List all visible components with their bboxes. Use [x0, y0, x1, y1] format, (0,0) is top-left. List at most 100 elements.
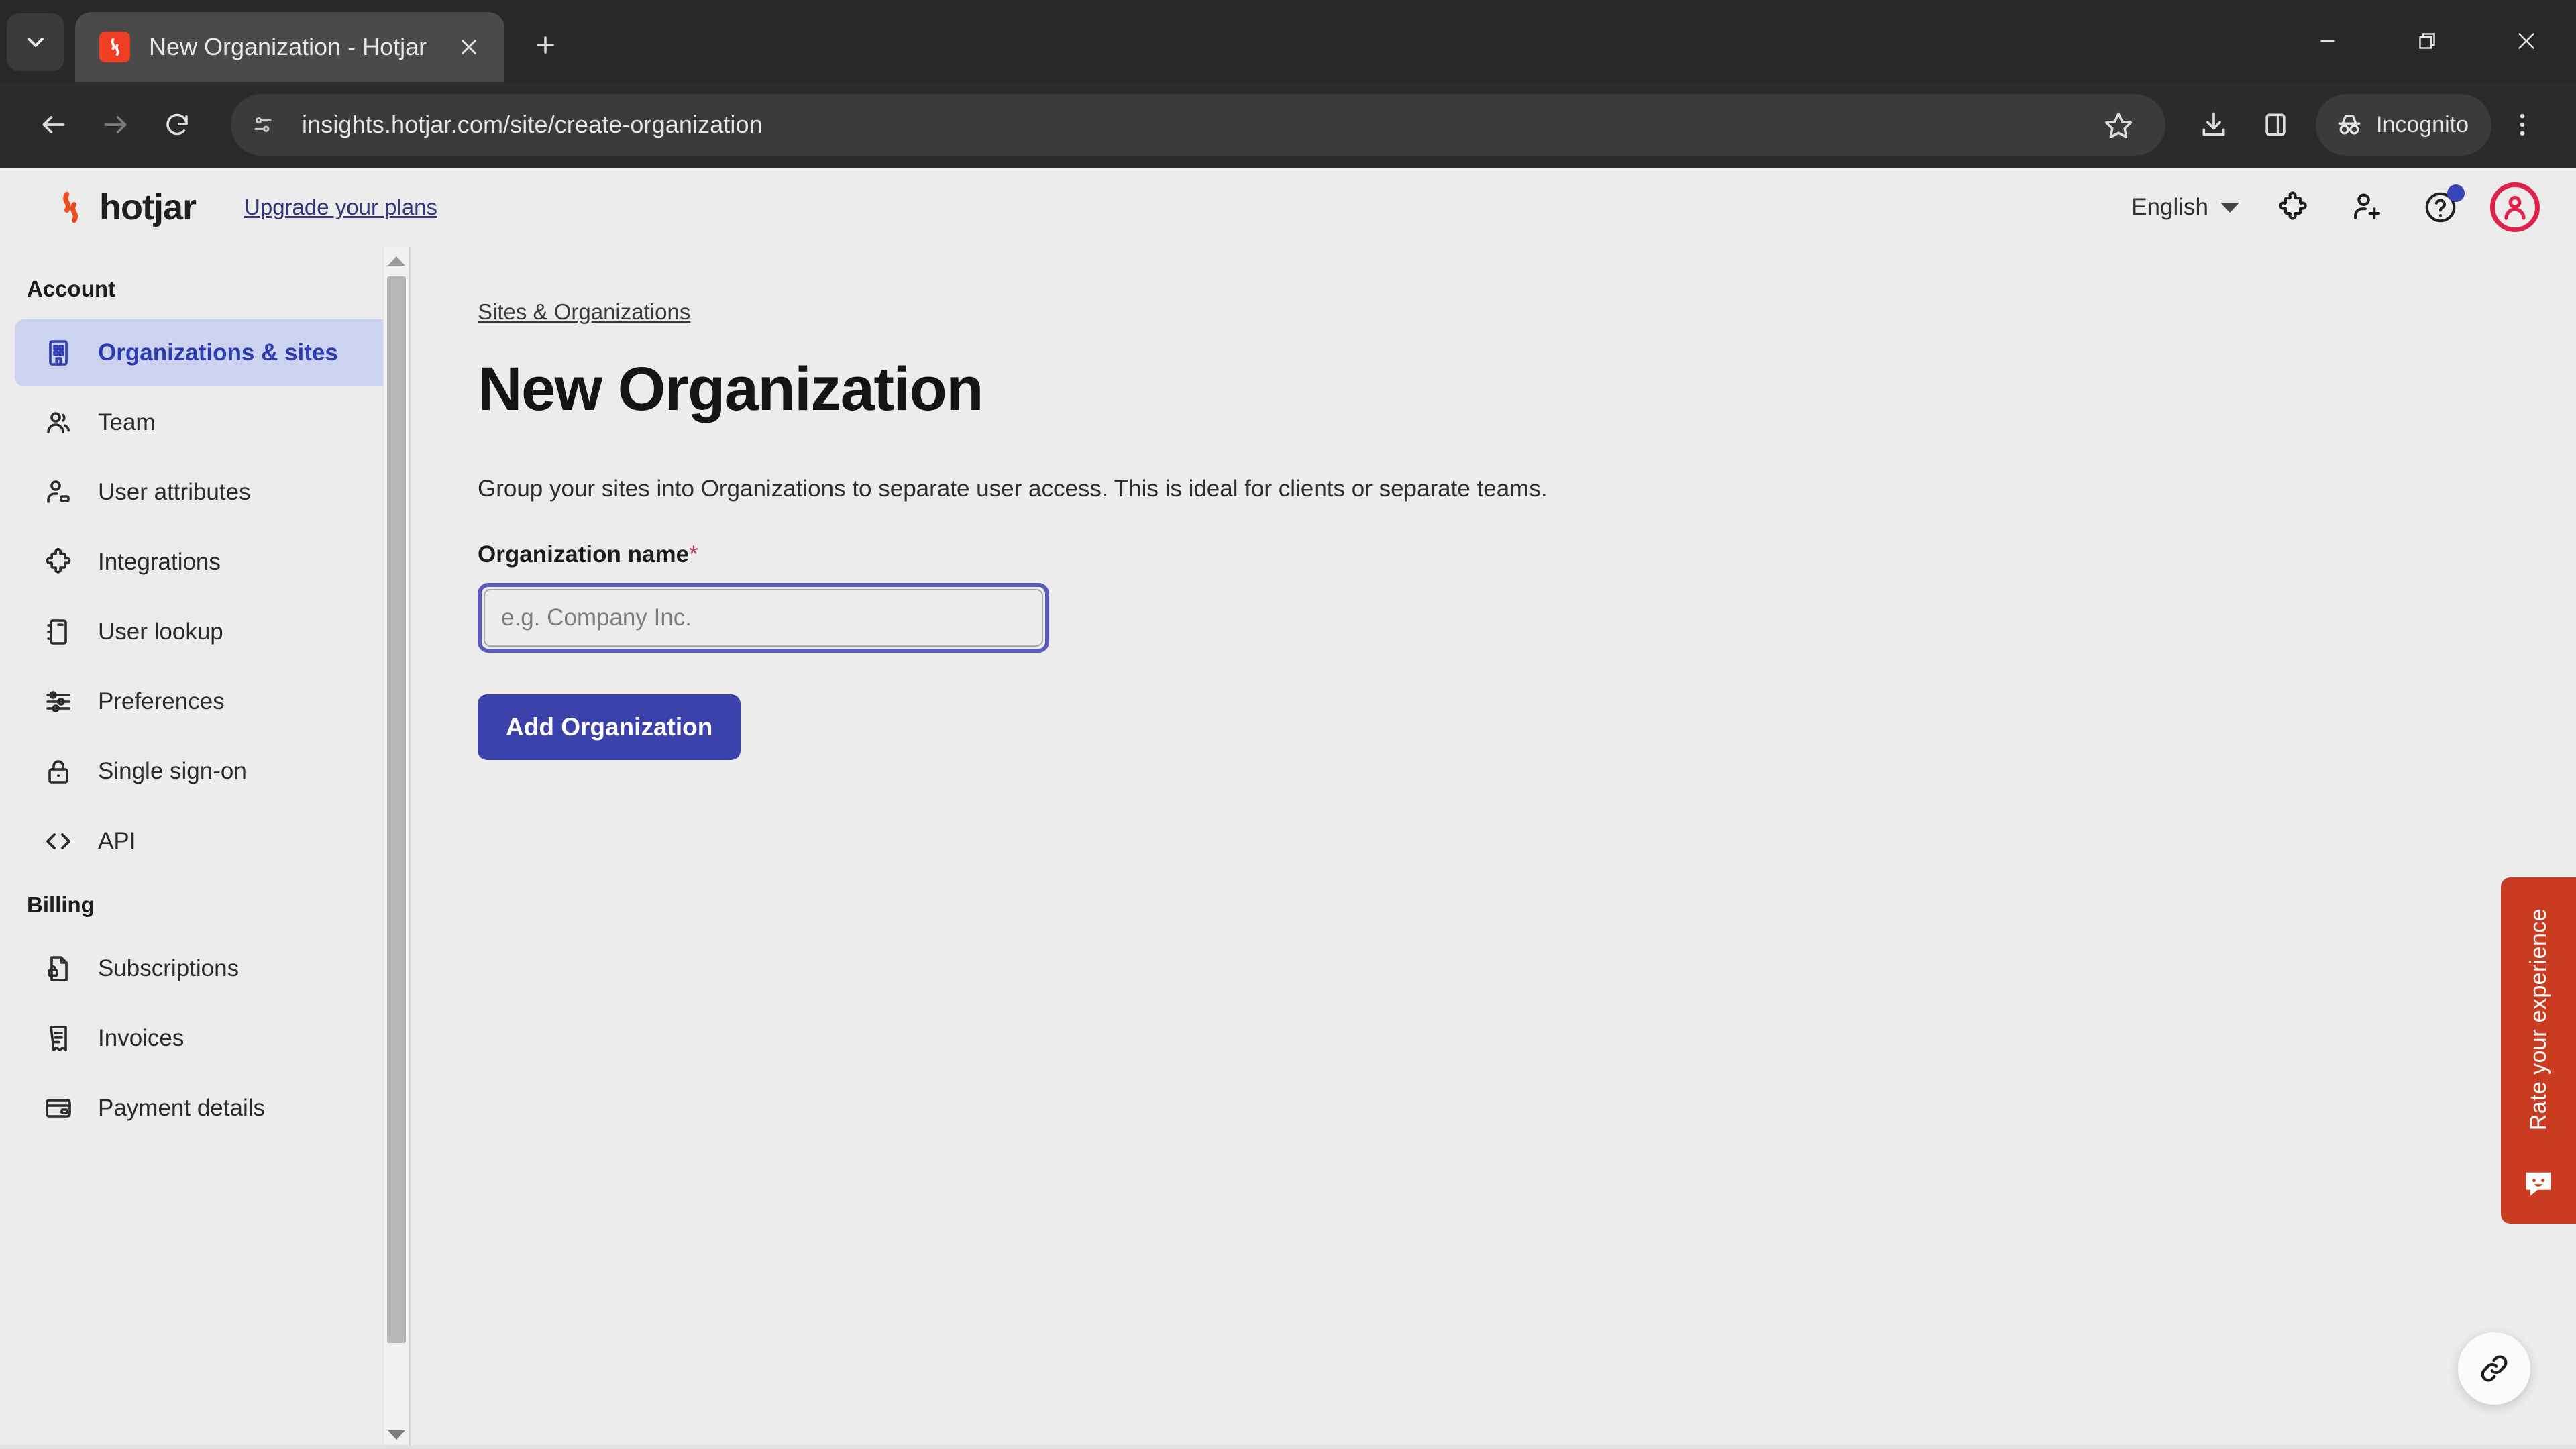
chevron-down-icon — [2220, 202, 2239, 213]
kebab-menu-icon — [2520, 113, 2525, 136]
user-avatar-icon — [2504, 195, 2526, 220]
minimize-icon — [2320, 40, 2335, 42]
sidebar-scrollbar[interactable] — [383, 247, 409, 1449]
back-button[interactable] — [23, 94, 85, 156]
sidebar-item-organizations-sites[interactable]: Organizations & sites — [15, 319, 390, 386]
sidebar-group-title: Billing — [27, 892, 95, 917]
sidebar-item-preferences[interactable]: Preferences — [15, 668, 390, 735]
notebook-icon — [42, 615, 75, 649]
browser-menu-button[interactable] — [2491, 94, 2553, 156]
hotjar-logo[interactable]: hotjar — [52, 186, 197, 228]
field-label-text: Organization name — [478, 541, 690, 568]
integrations-button[interactable] — [2269, 183, 2317, 231]
puzzle-icon — [42, 545, 75, 579]
back-arrow-icon — [42, 116, 65, 133]
language-selector[interactable]: English — [2127, 189, 2243, 226]
maximize-restore-button[interactable] — [2377, 0, 2477, 82]
copy-link-button[interactable] — [2458, 1332, 2530, 1405]
lock-icon — [42, 755, 75, 788]
sidebar-item-user-attributes[interactable]: User attributes — [15, 459, 390, 526]
reload-button[interactable] — [146, 94, 208, 156]
incognito-indicator[interactable]: Incognito — [2316, 94, 2491, 156]
scroll-up-button[interactable] — [384, 247, 409, 275]
code-brackets-icon — [42, 824, 75, 858]
credit-card-icon — [42, 1091, 75, 1125]
sidebar-item-label: Team — [98, 409, 156, 435]
breadcrumb-sites-organizations[interactable]: Sites & Organizations — [478, 299, 690, 325]
forward-button[interactable] — [85, 94, 146, 156]
organization-name-input[interactable] — [484, 589, 1043, 647]
sidebar-item-payment-details[interactable]: Payment details — [15, 1075, 390, 1142]
site-settings-icon — [254, 117, 272, 133]
bookmark-button[interactable] — [2088, 94, 2149, 156]
scroll-up-arrow-icon — [388, 256, 405, 266]
user-avatar[interactable] — [2490, 182, 2540, 232]
sidebar-item-label: User lookup — [98, 619, 223, 645]
sidebar-item-user-lookup[interactable]: User lookup — [15, 598, 390, 665]
sidebar-item-integrations[interactable]: Integrations — [15, 529, 390, 596]
invite-user-button[interactable] — [2343, 183, 2391, 231]
restore-icon — [2419, 33, 2435, 49]
language-label: English — [2131, 194, 2208, 220]
help-notification-badge — [2447, 184, 2465, 202]
smiley-chat-icon — [2526, 1172, 2551, 1196]
sidebar-group-title: Account — [27, 276, 115, 301]
page-description: Group your sites into Organizations to s… — [478, 476, 1548, 502]
scrollbar-thumb[interactable] — [387, 276, 406, 1343]
forward-arrow-icon — [104, 116, 127, 133]
browser-window: New Organization - Hotjar insights.hotja… — [0, 0, 2576, 1449]
plus-icon — [537, 36, 554, 54]
tab-strip: New Organization - Hotjar — [0, 0, 2576, 82]
add-organization-button[interactable]: Add Organization — [478, 694, 741, 760]
rate-experience-tab[interactable]: Rate your experience — [2501, 877, 2576, 1224]
app-header: hotjar Upgrade your plans English — [0, 168, 2576, 247]
chevron-down-icon — [28, 38, 44, 47]
site-settings-button[interactable] — [239, 101, 287, 149]
downloads-button[interactable] — [2183, 94, 2245, 156]
sidebar-item-label: Organizations & sites — [98, 339, 338, 366]
document-lock-icon — [42, 952, 75, 985]
sidebar-item-team[interactable]: Team — [15, 389, 390, 456]
reload-icon — [166, 113, 188, 136]
page-body: Account Organizations & sites Team User … — [0, 247, 2576, 1449]
building-icon — [42, 336, 75, 370]
sidebar-item-label: Preferences — [98, 688, 225, 714]
sidebar-item-api[interactable]: API — [15, 808, 390, 875]
side-panel-button[interactable] — [2245, 94, 2306, 156]
link-chain-icon — [2481, 1355, 2508, 1382]
new-tab-button[interactable] — [521, 20, 570, 70]
browser-tab[interactable]: New Organization - Hotjar — [75, 12, 504, 82]
sidebar-group-billing: Billing Subscriptions Invoices Payment d… — [0, 877, 409, 1142]
help-button[interactable] — [2416, 183, 2465, 231]
close-window-button[interactable] — [2477, 0, 2576, 82]
close-icon — [462, 40, 476, 54]
required-marker: * — [689, 541, 698, 568]
close-icon — [2518, 33, 2534, 49]
scroll-down-arrow-icon — [388, 1430, 405, 1440]
receipt-icon — [42, 1022, 75, 1055]
browser-toolbar: insights.hotjar.com/site/create-organiza… — [0, 82, 2576, 168]
tab-close-button[interactable] — [451, 29, 487, 65]
sidebar-item-subscriptions[interactable]: Subscriptions — [15, 935, 390, 1002]
main-content: Sites & Organizations New Organization G… — [411, 247, 2576, 1449]
puzzle-icon — [2279, 191, 2307, 220]
add-user-icon — [2354, 193, 2381, 219]
user-tag-icon — [42, 476, 75, 509]
users-icon — [42, 406, 75, 439]
rate-experience-label: Rate your experience — [2525, 908, 2551, 1131]
sidebar-item-single-sign-on[interactable]: Single sign-on — [15, 738, 390, 805]
hotjar-flame-icon — [63, 191, 78, 223]
organization-name-label: Organization name* — [478, 541, 2576, 568]
address-bar[interactable]: insights.hotjar.com/site/create-organiza… — [231, 94, 2165, 156]
side-panel-icon — [2265, 113, 2286, 136]
page-title: New Organization — [478, 355, 983, 423]
sidebar-item-label: Invoices — [98, 1025, 184, 1051]
bottom-strip — [0, 1445, 2576, 1449]
tab-search-button[interactable] — [7, 13, 64, 71]
sidebar-group-account: Account Organizations & sites Team User … — [0, 262, 409, 875]
sidebar-item-invoices[interactable]: Invoices — [15, 1005, 390, 1072]
minimize-button[interactable] — [2278, 0, 2377, 82]
incognito-label: Incognito — [2376, 111, 2469, 138]
header-actions: English — [2127, 182, 2540, 232]
upgrade-plans-link[interactable]: Upgrade your plans — [244, 195, 437, 220]
